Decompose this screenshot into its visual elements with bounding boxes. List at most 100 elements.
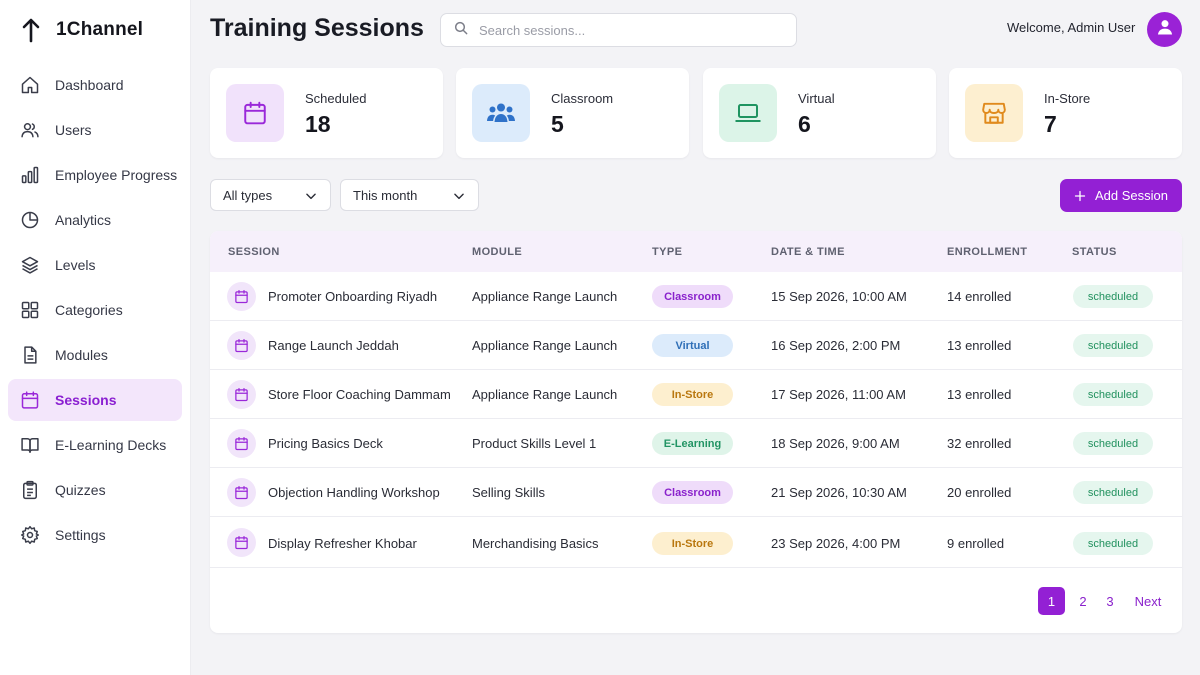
session-enrollment: 13 enrolled [947, 338, 1012, 353]
session-enrollment: 32 enrolled [947, 436, 1012, 451]
session-name: Store Floor Coaching Dammam [268, 387, 451, 402]
sidebar-item-label: Categories [55, 302, 123, 318]
layers-icon [20, 255, 40, 275]
bar-chart-icon [20, 165, 40, 185]
period-filter-select[interactable]: This month [340, 179, 479, 211]
calendar-icon [20, 390, 40, 410]
column-header-type[interactable]: TYPE [652, 246, 682, 258]
add-session-label: Add Session [1095, 188, 1168, 203]
type-badge: Classroom [652, 481, 733, 504]
type-badge: Classroom [652, 285, 733, 308]
calendar-icon [227, 380, 256, 409]
search-input[interactable] [479, 22, 779, 38]
sidebar-nav: Dashboard Users Employee Progress Analyt… [8, 64, 182, 559]
sidebar-item-label: Settings [55, 527, 106, 543]
column-header-module[interactable]: MODULE [472, 246, 522, 258]
users-icon [20, 120, 40, 140]
sidebar-item-dashboard[interactable]: Dashboard [8, 64, 182, 106]
table-row[interactable]: Display Refresher Khobar Merchandising B… [210, 517, 1182, 568]
add-session-button[interactable]: Add Session [1060, 179, 1182, 212]
stat-label: In-Store [1044, 91, 1091, 106]
stat-value: 18 [305, 111, 331, 137]
session-datetime: 17 Sep 2026, 11:00 AM [771, 387, 906, 402]
column-header-status[interactable]: STATUS [1072, 246, 1117, 258]
session-module: Appliance Range Launch [472, 289, 618, 304]
sidebar-item-users[interactable]: Users [8, 109, 182, 151]
session-name: Objection Handling Workshop [268, 485, 440, 500]
table-row[interactable]: Store Floor Coaching Dammam Appliance Ra… [210, 370, 1182, 419]
sidebar-item-analytics[interactable]: Analytics [8, 199, 182, 241]
status-badge: scheduled [1073, 285, 1153, 308]
sidebar-item-label: Dashboard [55, 77, 124, 93]
next-page-button[interactable]: Next [1130, 587, 1166, 615]
stat-value: 5 [551, 111, 564, 137]
sidebar-item-e-learning-decks[interactable]: E-Learning Decks [8, 424, 182, 466]
sidebar-item-label: Sessions [55, 392, 117, 408]
session-module: Product Skills Level 1 [472, 436, 597, 451]
session-enrollment: 20 enrolled [947, 485, 1012, 500]
table-row[interactable]: Objection Handling Workshop Selling Skil… [210, 468, 1182, 517]
welcome-text: Welcome, Admin User [1007, 20, 1136, 35]
calendar-icon [227, 331, 256, 360]
calendar-icon [226, 84, 284, 142]
grid-icon [20, 300, 40, 320]
sidebar-item-sessions[interactable]: Sessions [8, 379, 182, 421]
column-header-date-time[interactable]: DATE & TIME [771, 246, 845, 258]
type-filter-value: All types [223, 187, 273, 203]
session-datetime: 16 Sep 2026, 2:00 PM [771, 338, 901, 353]
stat-label: Virtual [798, 91, 835, 106]
sidebar-item-label: Levels [55, 257, 96, 273]
chevron-down-icon [452, 189, 466, 206]
session-datetime: 18 Sep 2026, 9:00 AM [771, 436, 900, 451]
session-module: Selling Skills [472, 485, 545, 500]
session-name: Promoter Onboarding Riyadh [268, 289, 438, 304]
status-badge: scheduled [1073, 383, 1153, 406]
brand[interactable]: 1Channel [18, 16, 143, 44]
document-icon [20, 345, 40, 365]
sidebar-item-quizzes[interactable]: Quizzes [8, 469, 182, 511]
stat-value: 7 [1044, 111, 1057, 137]
sidebar-item-categories[interactable]: Categories [8, 289, 182, 331]
table-row[interactable]: Pricing Basics Deck Product Skills Level… [210, 419, 1182, 468]
plus-icon [1074, 190, 1086, 202]
type-filter-select[interactable]: All types [210, 179, 331, 211]
table-row[interactable]: Promoter Onboarding Riyadh Appliance Ran… [210, 272, 1182, 321]
sidebar-item-label: Analytics [55, 212, 112, 228]
page-1-button[interactable]: 1 [1038, 587, 1065, 615]
sidebar-item-label: E-Learning Decks [55, 437, 167, 453]
pie-chart-icon [20, 210, 40, 230]
status-badge: scheduled [1073, 432, 1153, 455]
period-filter-value: This month [353, 187, 418, 203]
column-header-enrollment[interactable]: ENROLLMENT [947, 246, 1027, 258]
column-header-session[interactable]: SESSION [228, 246, 280, 258]
page-2-button[interactable]: 2 [1074, 587, 1092, 615]
session-enrollment: 9 enrolled [947, 536, 1005, 551]
sidebar-item-modules[interactable]: Modules [8, 334, 182, 376]
avatar[interactable] [1147, 12, 1182, 47]
session-datetime: 15 Sep 2026, 10:00 AM [771, 289, 907, 304]
calendar-icon [227, 429, 256, 458]
sidebar-item-label: Users [55, 122, 92, 138]
session-name: Display Refresher Khobar [268, 536, 417, 551]
type-badge: In-Store [652, 532, 733, 555]
type-badge: Virtual [652, 334, 733, 357]
stat-label: Scheduled [305, 91, 367, 106]
sidebar-item-employee-progress[interactable]: Employee Progress [8, 154, 182, 196]
calendar-icon [227, 282, 256, 311]
search-box[interactable] [440, 13, 797, 47]
calendar-icon [227, 478, 256, 507]
book-icon [20, 435, 40, 455]
chevron-down-icon [304, 189, 318, 206]
status-badge: scheduled [1073, 481, 1153, 504]
table-header: SESSION MODULE TYPE DATE & TIME ENROLLME… [210, 231, 1182, 272]
sidebar-item-levels[interactable]: Levels [8, 244, 182, 286]
page-3-button[interactable]: 3 [1101, 587, 1119, 615]
stat-label: Classroom [551, 91, 614, 106]
sidebar-item-settings[interactable]: Settings [8, 514, 182, 556]
table-row[interactable]: Range Launch Jeddah Appliance Range Laun… [210, 321, 1182, 370]
brand-name: 1Channel [56, 19, 144, 40]
session-module: Merchandising Basics [472, 536, 599, 551]
session-name: Range Launch Jeddah [268, 338, 399, 353]
logo-icon [18, 16, 44, 44]
page-title: Training Sessions [210, 14, 424, 42]
